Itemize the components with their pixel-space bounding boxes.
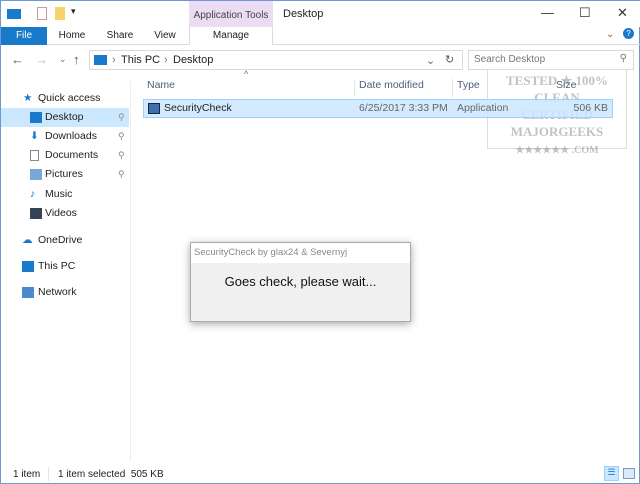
tab-home[interactable]: Home bbox=[51, 27, 93, 45]
breadcrumb-desktop[interactable]: Desktop bbox=[173, 54, 213, 66]
new-folder-icon[interactable] bbox=[55, 7, 65, 20]
status-selection: 1 item selected 505 KB bbox=[58, 469, 164, 480]
file-row[interactable]: SecurityCheck 6/25/2017 3:33 PM Applicat… bbox=[143, 99, 613, 118]
sidebar-item-label: Quick access bbox=[38, 92, 101, 104]
computer-icon bbox=[22, 261, 34, 272]
tab-file[interactable]: File bbox=[1, 27, 47, 45]
sidebar-item-this-pc[interactable]: This PC bbox=[1, 257, 129, 276]
pin-icon[interactable]: ⚲ bbox=[118, 108, 125, 127]
security-check-dialog: SecurityCheck by glax24 & Severnyj Goes … bbox=[190, 242, 411, 322]
file-type: Application bbox=[457, 102, 509, 114]
application-icon bbox=[148, 103, 160, 114]
tab-share[interactable]: Share bbox=[99, 27, 141, 45]
address-dropdown-icon[interactable]: ⌄ bbox=[426, 54, 435, 67]
back-button[interactable]: ← bbox=[11, 52, 24, 67]
sidebar-item-label: Network bbox=[38, 286, 77, 298]
close-button[interactable]: ✕ bbox=[617, 5, 628, 21]
search-input[interactable]: Search Desktop ⚲ bbox=[468, 50, 634, 70]
ribbon bbox=[1, 27, 640, 45]
sidebar-item-music[interactable]: ♪ Music bbox=[1, 185, 129, 204]
separator-icon: › bbox=[164, 54, 168, 66]
minimize-button[interactable]: — bbox=[541, 5, 554, 20]
sidebar-item-label: Downloads bbox=[45, 130, 97, 142]
column-header-size[interactable]: Size bbox=[556, 79, 576, 91]
sidebar-item-quick-access[interactable]: ★ Quick access bbox=[1, 89, 129, 108]
pictures-icon bbox=[30, 169, 42, 180]
forward-button[interactable]: → bbox=[35, 52, 48, 67]
pin-icon[interactable]: ⚲ bbox=[118, 165, 125, 184]
up-button[interactable]: ↑ bbox=[73, 52, 80, 67]
separator-icon: › bbox=[112, 54, 116, 66]
column-header-date[interactable]: Date modified bbox=[354, 79, 424, 97]
column-header-type[interactable]: Type bbox=[452, 79, 480, 97]
status-separator bbox=[48, 467, 49, 481]
videos-icon bbox=[30, 208, 42, 219]
properties-icon[interactable] bbox=[37, 7, 47, 20]
pin-icon[interactable]: ⚲ bbox=[118, 127, 125, 146]
sidebar-item-downloads[interactable]: ⬇ Downloads ⚲ bbox=[1, 127, 129, 146]
context-group-label: Application Tools bbox=[193, 10, 269, 21]
status-item-count: 1 item bbox=[13, 469, 41, 480]
sidebar-item-label: OneDrive bbox=[38, 234, 83, 246]
sidebar-item-documents[interactable]: Documents ⚲ bbox=[1, 146, 129, 165]
sidebar-item-onedrive[interactable]: ☁ OneDrive bbox=[1, 231, 129, 250]
file-date: 6/25/2017 3:33 PM bbox=[359, 102, 448, 114]
sidebar-item-pictures[interactable]: Pictures ⚲ bbox=[1, 165, 129, 184]
maximize-button[interactable]: ☐ bbox=[579, 5, 591, 21]
window-title: Desktop bbox=[283, 8, 324, 20]
tab-manage[interactable]: Manage bbox=[189, 27, 273, 45]
customize-toolbar-icon[interactable]: ▾ bbox=[71, 6, 76, 17]
sidebar-item-label: Desktop bbox=[45, 111, 84, 123]
recent-locations-button[interactable]: ⌄ bbox=[59, 54, 67, 65]
pin-icon[interactable]: ⚲ bbox=[118, 146, 125, 165]
sidebar-item-label: This PC bbox=[38, 260, 76, 272]
navigation-pane: ★ Quick access Desktop ⚲ ⬇ Downloads ⚲ Docum… bbox=[1, 81, 131, 461]
refresh-icon[interactable]: ↻ bbox=[445, 53, 454, 66]
sidebar-item-label: Videos bbox=[45, 207, 77, 219]
documents-icon bbox=[30, 150, 39, 161]
app-icon bbox=[7, 9, 21, 19]
search-icon: ⚲ bbox=[619, 53, 627, 64]
dialog-title: SecurityCheck by glax24 & Severnyj bbox=[191, 243, 410, 263]
file-name: SecurityCheck bbox=[164, 102, 232, 114]
breadcrumb-this-pc[interactable]: This PC bbox=[121, 54, 160, 66]
search-placeholder: Search Desktop bbox=[474, 54, 546, 65]
dialog-message: Goes check, please wait... bbox=[224, 274, 377, 289]
details-view-button[interactable]: ☰ bbox=[604, 466, 619, 481]
tab-view[interactable]: View bbox=[145, 27, 185, 45]
desktop-icon bbox=[30, 112, 42, 123]
large-icons-view-button[interactable] bbox=[623, 468, 635, 479]
this-pc-icon bbox=[94, 55, 107, 65]
network-icon bbox=[22, 287, 34, 298]
sidebar-item-label: Documents bbox=[45, 149, 99, 161]
sidebar-item-desktop[interactable]: Desktop ⚲ bbox=[1, 108, 129, 127]
music-icon: ♪ bbox=[30, 188, 36, 200]
sidebar-item-label: Pictures bbox=[45, 168, 83, 180]
sort-arrow-icon: ^ bbox=[244, 69, 249, 79]
star-icon: ★ bbox=[23, 92, 33, 104]
column-header-name[interactable]: Name bbox=[147, 79, 175, 91]
sidebar-item-network[interactable]: Network bbox=[1, 283, 129, 302]
cloud-icon: ☁ bbox=[22, 234, 33, 246]
address-bar[interactable]: › This PC › Desktop ⌄ ↻ bbox=[89, 50, 463, 70]
sidebar-item-label: Music bbox=[45, 188, 73, 200]
file-size: 506 KB bbox=[573, 102, 608, 114]
download-icon: ⬇ bbox=[30, 130, 39, 142]
sidebar-item-videos[interactable]: Videos bbox=[1, 204, 129, 223]
